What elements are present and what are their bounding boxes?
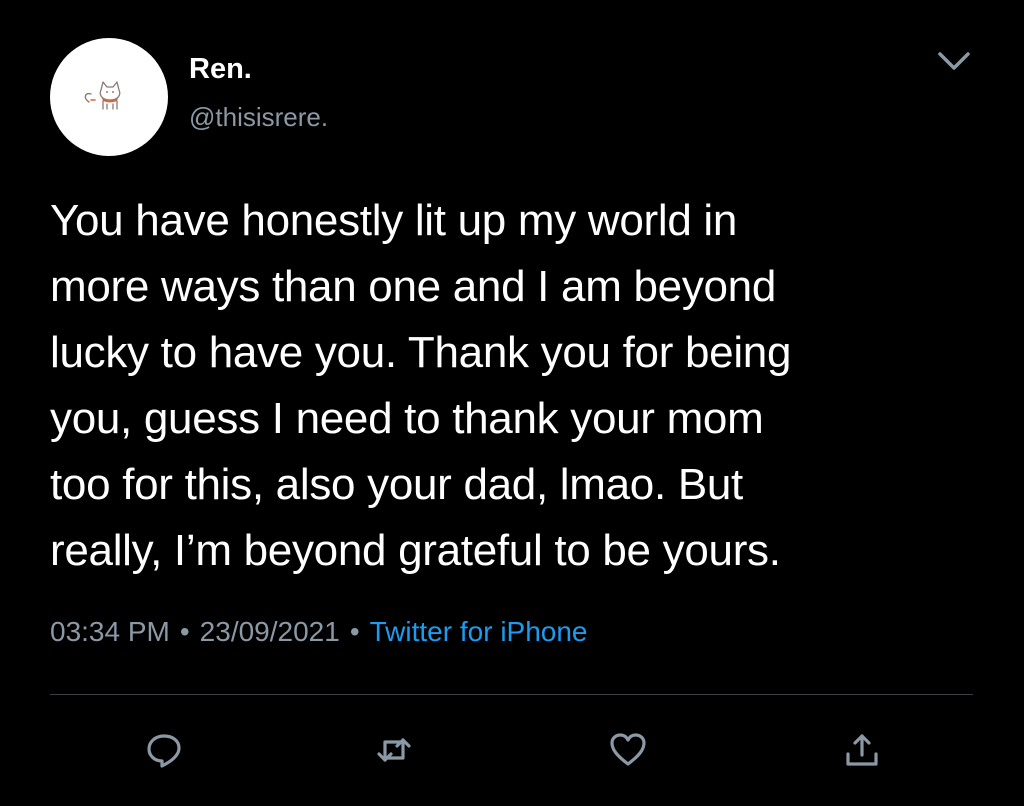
display-name[interactable]: Ren. xyxy=(189,52,252,86)
user-handle[interactable]: @thisisrere. xyxy=(189,101,328,133)
like-button[interactable] xyxy=(606,728,650,772)
reply-icon xyxy=(147,734,181,768)
tweet-source-link[interactable]: Twitter for iPhone xyxy=(370,616,588,647)
separator-dot: • xyxy=(349,616,360,647)
share-button[interactable] xyxy=(840,728,884,772)
share-icon xyxy=(846,734,878,766)
reply-button[interactable] xyxy=(142,728,186,772)
avatar[interactable] xyxy=(50,38,168,156)
cat-avatar-icon xyxy=(84,81,121,110)
tweet-text: You have honestly lit up my world in mor… xyxy=(50,196,792,575)
more-options-button[interactable] xyxy=(934,46,974,74)
chevron-down-icon xyxy=(938,52,970,70)
retweet-button[interactable] xyxy=(372,728,416,772)
tweet-time: 03:34 PM xyxy=(50,616,170,647)
separator-dot: • xyxy=(179,616,190,647)
tweet-card: Ren. @thisisrere. You have honestly lit … xyxy=(0,0,1024,806)
heart-icon xyxy=(610,733,646,766)
divider xyxy=(50,694,973,695)
retweet-icon xyxy=(377,738,411,762)
tweet-metadata: 03:34 PM • 23/09/2021 • Twitter for iPhone xyxy=(50,612,588,652)
tweet-date: 23/09/2021 xyxy=(199,616,340,647)
